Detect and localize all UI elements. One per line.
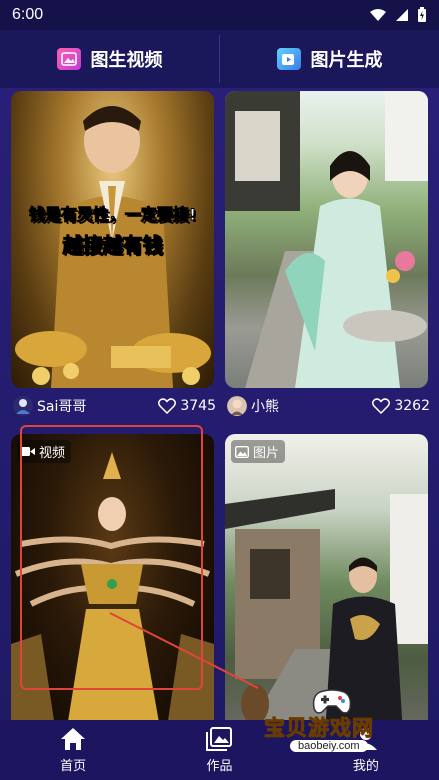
site-watermark: 宝贝游戏网 baobeiy.com <box>262 688 432 758</box>
nav-works-label: 作品 <box>206 758 233 774</box>
home-icon <box>61 727 86 750</box>
image-video-icon <box>56 48 81 70</box>
status-bar: 6:00 <box>0 0 439 30</box>
top-tabs: 图生视频 图片生成 <box>0 30 439 88</box>
image-generate-icon <box>276 48 301 70</box>
nav-home[interactable]: 首页 <box>0 720 146 780</box>
tab-image-generate[interactable]: 图片生成 <box>220 30 439 88</box>
status-time: 6:00 <box>12 6 44 23</box>
highlight-selection-box <box>20 425 203 690</box>
tab-image-to-video-label: 图生视频 <box>90 50 163 71</box>
watermark-title: 宝贝游戏网 <box>264 716 374 741</box>
signal-icon <box>396 9 408 21</box>
tab-image-generate-label: 图片生成 <box>310 50 383 71</box>
battery-icon <box>418 7 426 22</box>
watermark-url: baobeiy.com <box>290 740 368 752</box>
status-icons <box>369 7 427 23</box>
tab-image-to-video[interactable]: 图生视频 <box>0 30 219 88</box>
nav-home-label: 首页 <box>60 758 87 774</box>
gallery-icon <box>206 726 233 751</box>
wifi-icon <box>370 9 386 21</box>
